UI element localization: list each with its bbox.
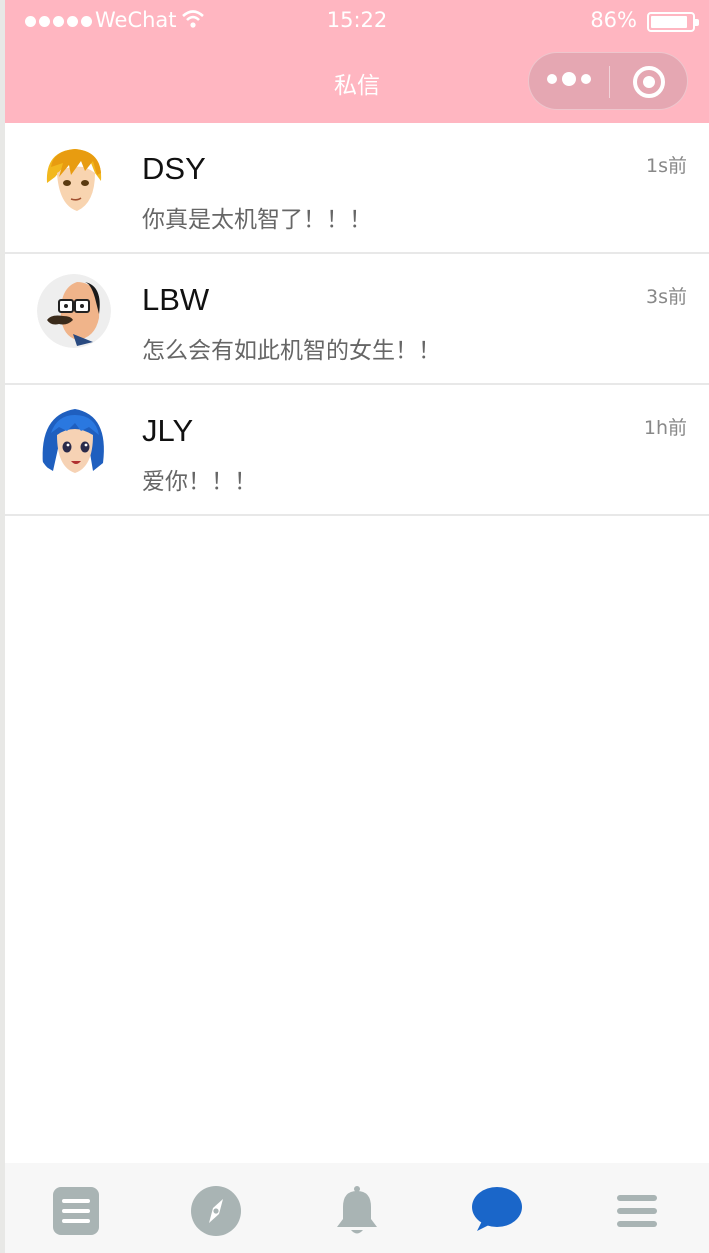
blue-hair-girl-avatar-icon [37,405,111,479]
avatar [37,143,111,217]
chat-bubble-icon [472,1187,522,1231]
tab-discover[interactable] [190,1185,242,1237]
tab-notifications[interactable] [331,1185,383,1237]
phone-screen: WeChat 15:22 86% 私信 DSY 你真是太机智了！！！ 1s前 L… [5,0,709,1253]
message-time: 1h前 [643,417,687,439]
blonde-girl-avatar-icon [37,143,111,217]
menu-icon [617,1195,657,1227]
mustache-man-avatar-icon [37,274,111,348]
battery-icon [647,12,699,32]
contact-name: DSY [142,151,206,186]
document-icon [53,1187,99,1235]
avatar [37,274,111,348]
more-icon[interactable] [547,72,591,86]
header: WeChat 15:22 86% 私信 [5,0,709,123]
tab-articles[interactable] [51,1185,103,1237]
message-preview: 你真是太机智了！！！ [142,207,372,233]
message-time: 1s前 [646,155,687,177]
message-item-jly[interactable]: JLY 爱你！！！ 1h前 [5,385,709,516]
message-time: 3s前 [646,286,687,308]
message-list: DSY 你真是太机智了！！！ 1s前 LBW 怎么会有如此机智的女生！！ 3s前… [5,123,709,516]
message-item-lbw[interactable]: LBW 怎么会有如此机智的女生！！ 3s前 [5,254,709,385]
message-preview: 爱你！！！ [142,469,257,495]
message-preview: 怎么会有如此机智的女生！！ [142,338,441,364]
mini-program-capsule [528,52,688,110]
compass-icon [191,1186,241,1236]
contact-name: LBW [142,282,210,317]
message-item-dsy[interactable]: DSY 你真是太机智了！！！ 1s前 [5,123,709,254]
tab-menu[interactable] [613,1185,665,1237]
contact-name: JLY [142,413,194,448]
close-target-icon[interactable] [633,66,665,98]
avatar [37,405,111,479]
bottom-tabbar [5,1163,709,1253]
tab-messages[interactable] [471,1185,523,1237]
battery-percent: 86% [590,8,637,32]
bell-icon [337,1186,377,1234]
status-bar: WeChat 15:22 86% [5,8,709,36]
capsule-divider [609,66,610,98]
